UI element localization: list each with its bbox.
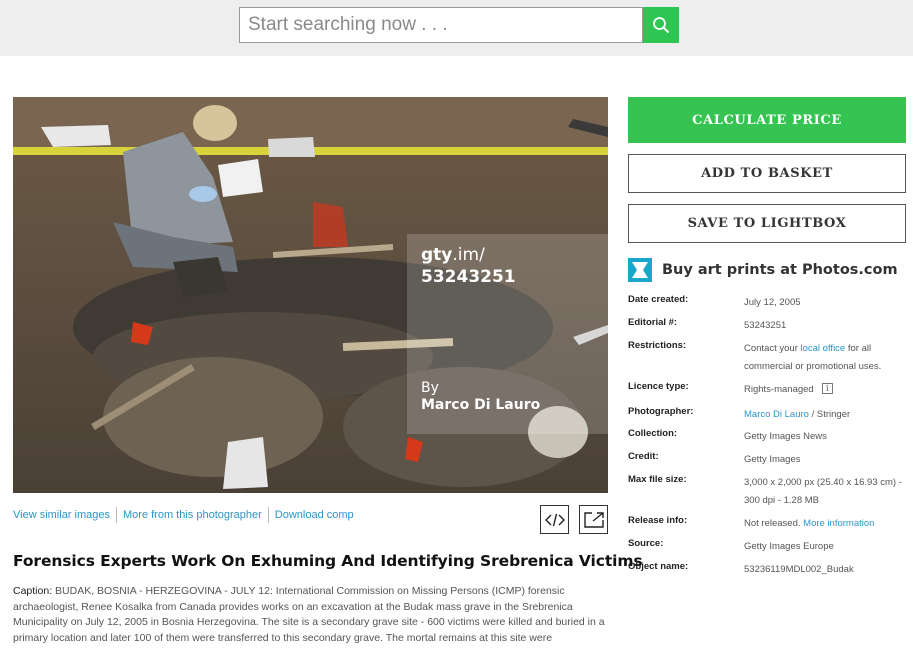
search-input[interactable] xyxy=(240,8,642,42)
gty-domain: .im/ xyxy=(452,245,485,265)
detail-object-name: Object name: 53236119MDL002_Budak xyxy=(628,561,908,584)
overlay-image-id: 53243251 xyxy=(421,267,516,287)
detail-value: Not released. xyxy=(744,518,801,529)
detail-label: Release info: xyxy=(628,515,688,526)
detail-value: 3,000 x 2,000 px (25.40 x 16.93 cm) - 30… xyxy=(744,477,902,506)
detail-collection: Collection: Getty Images News xyxy=(628,428,908,451)
image-title: Forensics Experts Work On Exhuming And I… xyxy=(13,552,643,570)
embed-button[interactable] xyxy=(540,505,569,534)
detail-label: Photographer: xyxy=(628,406,694,417)
detail-date-created: Date created: July 12, 2005 xyxy=(628,294,908,317)
detail-label: Licence type: xyxy=(628,381,689,392)
save-to-lightbox-button[interactable]: SAVE TO LIGHTBOX xyxy=(628,204,906,243)
detail-value: Getty Images News xyxy=(744,431,827,442)
detail-editorial: Editorial #: 53243251 xyxy=(628,317,908,340)
detail-photographer: Photographer: Marco Di Lauro / Stringer xyxy=(628,406,908,428)
photographer-link[interactable]: Marco Di Lauro xyxy=(744,409,809,420)
calculate-price-button[interactable]: CALCULATE PRICE xyxy=(628,97,906,143)
detail-value: July 12, 2005 xyxy=(744,297,801,308)
image-details: Date created: July 12, 2005 Editorial #:… xyxy=(628,294,908,584)
gty-logo: gty xyxy=(421,245,453,265)
local-office-link[interactable]: local office xyxy=(801,343,846,354)
photos-com-logo-icon xyxy=(628,258,652,282)
detail-label: Max file size: xyxy=(628,474,687,485)
detail-label: Collection: xyxy=(628,428,678,439)
detail-release-info: Release info: Not released. More informa… xyxy=(628,515,908,538)
search-icon xyxy=(653,17,670,34)
photo-links: View similar images More from this photo… xyxy=(13,507,360,523)
caption-label: Caption: xyxy=(13,585,53,597)
watermark-overlay: gty.im/ 53243251 By Marco Di Lauro xyxy=(407,234,608,434)
detail-label: Restrictions: xyxy=(628,340,687,351)
detail-label: Object name: xyxy=(628,561,689,572)
detail-label: Source: xyxy=(628,538,664,549)
detail-max-file-size: Max file size: 3,000 x 2,000 px (25.40 x… xyxy=(628,474,908,515)
restrictions-pre: Contact your xyxy=(744,343,801,354)
detail-value: 53236119MDL002_Budak xyxy=(744,564,854,575)
search-field[interactable] xyxy=(239,7,643,43)
art-prints-link[interactable]: Buy art prints at Photos.com xyxy=(628,257,898,283)
detail-value: Getty Images Europe xyxy=(744,541,834,552)
more-information-link[interactable]: More information xyxy=(803,518,874,529)
overlay-by: By xyxy=(421,380,439,396)
search-button[interactable] xyxy=(643,7,679,43)
download-comp-link[interactable]: Download comp xyxy=(267,507,360,523)
detail-value: Getty Images xyxy=(744,454,801,465)
expand-button[interactable] xyxy=(579,505,608,534)
view-similar-link[interactable]: View similar images xyxy=(13,507,116,523)
detail-credit: Credit: Getty Images xyxy=(628,451,908,474)
main-photo[interactable]: gty.im/ 53243251 By Marco Di Lauro xyxy=(13,97,608,493)
detail-label: Date created: xyxy=(628,294,689,305)
expand-icon xyxy=(583,511,604,528)
detail-source: Source: Getty Images Europe xyxy=(628,538,908,561)
detail-value: Rights-managed xyxy=(744,384,814,395)
caption: Caption: BUDAK, BOSNIA - HERZEGOVINA - J… xyxy=(13,584,609,646)
overlay-photographer: Marco Di Lauro xyxy=(421,397,541,413)
detail-label: Editorial #: xyxy=(628,317,678,328)
detail-restrictions: Restrictions: Contact your local office … xyxy=(628,340,908,381)
caption-text: BUDAK, BOSNIA - HERZEGOVINA - JULY 12: I… xyxy=(13,585,605,644)
code-embed-icon xyxy=(544,513,565,526)
detail-licence-type: Licence type: Rights-managed i xyxy=(628,381,908,406)
photographer-role: / Stringer xyxy=(808,409,851,420)
add-to-basket-button[interactable]: ADD TO BASKET xyxy=(628,154,906,193)
more-from-photographer-link[interactable]: More from this photographer xyxy=(116,507,268,523)
info-icon[interactable]: i xyxy=(821,383,833,394)
art-prints-text: Buy art prints at Photos.com xyxy=(662,262,898,278)
detail-label: Credit: xyxy=(628,451,659,462)
detail-value: 53243251 xyxy=(744,320,787,331)
